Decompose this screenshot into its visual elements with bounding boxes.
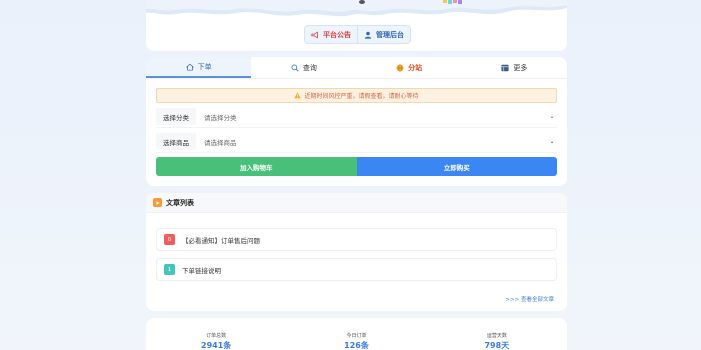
hero-card: 平台公告 管理后台 [146, 0, 567, 51]
stats-card: 订单总数 2941条 今日订单 126条 运营天数 798天 [146, 318, 567, 350]
stat-label: 运营天数 [486, 333, 507, 339]
product-label: 选择商品 [156, 133, 196, 150]
platform-notice-button[interactable]: 平台公告 [305, 26, 357, 43]
stat-value: 798天 [484, 341, 510, 350]
add-to-cart-button[interactable]: 加入购物车 [156, 157, 357, 176]
search-icon [291, 64, 299, 72]
chevron-down-icon: ⌄ [549, 138, 555, 145]
buy-now-button[interactable]: 立即购买 [356, 157, 557, 176]
chevron-down-icon: ⌄ [549, 113, 555, 120]
globe-icon [396, 63, 404, 72]
home-icon [185, 63, 194, 71]
tab-query-label: 查询 [302, 63, 317, 72]
article-list-card: 文章列表 0 【必看通知】订单售后问题 1 下单链接说明 >>> 查看全部文章 [146, 193, 567, 311]
stat-total-orders: 订单总数 2941条 [146, 318, 286, 350]
tab-order-label: 下单 [197, 62, 212, 71]
hero-illustration [146, 0, 567, 17]
stat-label: 今日订单 [346, 333, 367, 339]
megaphone-icon [311, 30, 318, 39]
grid-icon [501, 64, 509, 71]
tab-more-label: 更多 [513, 63, 528, 72]
hero-button-group: 平台公告 管理后台 [304, 25, 411, 44]
risk-notice-banner: 近期时间风控严重，请假查看，请耐心等待 [156, 88, 557, 103]
article-index-badge: 0 [164, 234, 175, 245]
stat-today-orders: 今日订单 126条 [286, 318, 426, 350]
platform-notice-label: 平台公告 [323, 30, 351, 39]
tab-bar: 下单 查询 分站 更多 [146, 57, 567, 79]
tab-substation[interactable]: 分站 [357, 57, 462, 78]
notice-text: 近期时间风控严重，请假查看，请耐心等待 [304, 93, 419, 100]
category-select[interactable]: 选择分类 请选择分类 ⌄ [156, 106, 557, 128]
list-item[interactable]: 0 【必看通知】订单售后问题 [156, 228, 557, 251]
view-all-articles-link[interactable]: >>> 查看全部文章 [505, 295, 554, 303]
category-label: 选择分类 [156, 108, 196, 125]
product-select[interactable]: 选择商品 请选择商品 ⌄ [156, 131, 557, 153]
article-index-badge: 1 [164, 264, 175, 275]
order-card: 下单 查询 分站 更多 近期时间风控严重，请假查看，请耐心等待 选择分类 请选择… [146, 57, 567, 186]
warning-icon [294, 92, 302, 99]
user-icon [364, 31, 372, 39]
category-value: 请选择分类 [204, 113, 237, 122]
article-list-title: 文章列表 [166, 198, 194, 207]
article-list-header: 文章列表 [146, 193, 567, 213]
stat-operating-days: 运营天数 798天 [427, 318, 567, 350]
admin-label: 管理后台 [376, 30, 404, 39]
admin-button[interactable]: 管理后台 [357, 26, 410, 43]
stat-label: 订单总数 [206, 333, 227, 339]
action-buttons: 加入购物车 立即购买 [156, 157, 557, 176]
document-icon [153, 198, 162, 207]
article-title: 【必看通知】订单售后问题 [182, 236, 260, 245]
tab-order[interactable]: 下单 [146, 57, 252, 78]
tab-more[interactable]: 更多 [462, 57, 567, 78]
stat-value: 126条 [344, 341, 369, 350]
stat-value: 2941条 [201, 341, 232, 350]
tab-substation-label: 分站 [408, 63, 423, 72]
product-value: 请选择商品 [204, 138, 237, 147]
list-item[interactable]: 1 下单链接说明 [156, 258, 557, 281]
tab-query[interactable]: 查询 [251, 57, 356, 78]
article-title: 下单链接说明 [182, 266, 221, 275]
